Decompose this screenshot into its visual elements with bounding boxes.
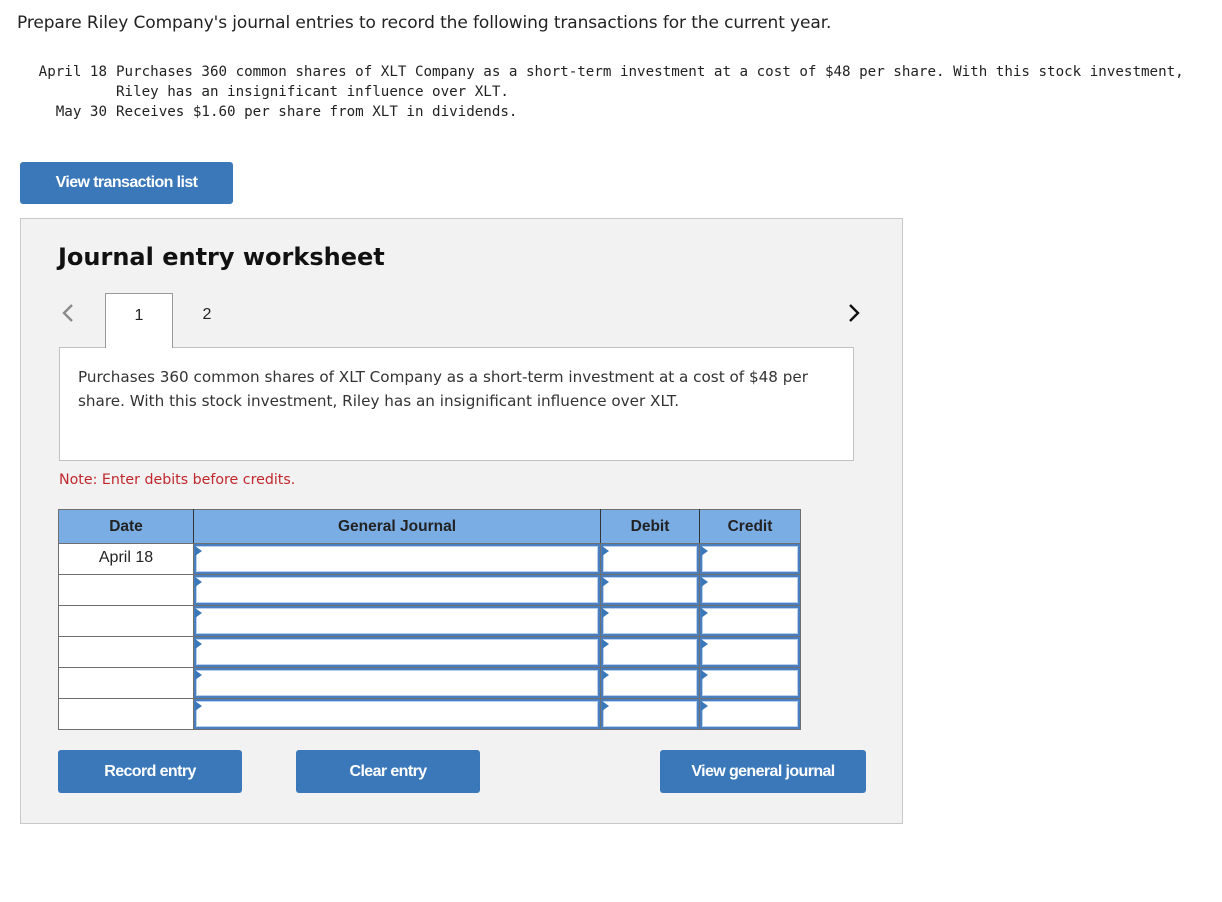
next-entry-button[interactable]	[844, 299, 864, 327]
worksheet-title: Journal entry worksheet	[58, 243, 385, 271]
account-input[interactable]	[194, 606, 600, 636]
date-value	[59, 637, 193, 642]
debit-cell	[600, 543, 700, 575]
transaction-description: Purchases 360 common shares of XLT Compa…	[116, 64, 1184, 100]
table-row	[58, 667, 801, 699]
credit-cell	[699, 605, 801, 637]
credit-cell	[699, 636, 801, 668]
debit-cell	[600, 698, 700, 730]
account-input[interactable]	[194, 637, 600, 667]
table-row	[58, 574, 801, 606]
date-cell: April 18	[58, 543, 194, 575]
account-cell	[193, 605, 601, 637]
table-row: April 18	[58, 543, 801, 575]
account-cell	[193, 636, 601, 668]
credit-input[interactable]	[700, 668, 800, 698]
record-entry-button[interactable]: Record entry	[58, 750, 242, 793]
date-cell	[58, 667, 194, 699]
column-header-general-journal: General Journal	[193, 509, 601, 544]
table-row	[58, 698, 801, 730]
credit-input[interactable]	[700, 637, 800, 667]
debit-input[interactable]	[601, 575, 699, 605]
view-general-journal-button[interactable]: View general journal	[660, 750, 866, 793]
tab-label: 1	[134, 307, 144, 324]
credit-cell	[699, 667, 801, 699]
debit-input[interactable]	[601, 699, 699, 729]
table-row	[58, 636, 801, 668]
clear-entry-button[interactable]: Clear entry	[296, 750, 480, 793]
account-input[interactable]	[194, 668, 600, 698]
tab-label: 2	[202, 306, 212, 323]
account-input[interactable]	[194, 699, 600, 729]
previous-entry-button[interactable]	[58, 299, 78, 327]
account-cell	[193, 667, 601, 699]
tab-entry-1[interactable]: 1	[105, 293, 173, 348]
credit-input[interactable]	[700, 606, 800, 636]
account-cell	[193, 574, 601, 606]
credit-cell	[699, 698, 801, 730]
debit-cell	[600, 574, 700, 606]
transaction-item: April 18 Purchases 360 common shares of …	[17, 62, 1196, 102]
debit-cell	[600, 636, 700, 668]
column-header-credit: Credit	[699, 509, 801, 544]
transaction-description: Receives $1.60 per share from XLT in div…	[116, 104, 518, 120]
credit-input[interactable]	[700, 575, 800, 605]
date-value: April 18	[98, 549, 154, 566]
debit-input[interactable]	[601, 637, 699, 667]
date-cell	[58, 605, 194, 637]
column-header-debit: Debit	[600, 509, 700, 544]
instructions-text: Prepare Riley Company's journal entries …	[17, 13, 832, 33]
debit-input[interactable]	[601, 544, 699, 574]
date-cell	[58, 636, 194, 668]
debit-input[interactable]	[601, 668, 699, 698]
debit-cell	[600, 667, 700, 699]
date-cell	[58, 698, 194, 730]
transaction-list: April 18 Purchases 360 common shares of …	[17, 62, 1196, 122]
account-input[interactable]	[194, 575, 600, 605]
column-header-date: Date	[58, 509, 194, 544]
credit-input[interactable]	[700, 544, 800, 574]
account-cell	[193, 698, 601, 730]
general-journal-table: Date General Journal Debit Credit April …	[58, 509, 801, 730]
debit-input[interactable]	[601, 606, 699, 636]
table-header-row: Date General Journal Debit Credit	[58, 509, 801, 544]
chevron-left-icon	[62, 304, 73, 322]
date-value	[59, 606, 193, 611]
debits-credits-note: Note: Enter debits before credits.	[59, 472, 296, 488]
account-input[interactable]	[194, 544, 600, 574]
date-value	[59, 575, 193, 580]
transaction-date: May 30	[55, 104, 107, 120]
account-cell	[193, 543, 601, 575]
credit-input[interactable]	[700, 699, 800, 729]
chevron-right-icon	[849, 304, 860, 322]
date-value	[59, 699, 193, 704]
transaction-item: May 30 Receives $1.60 per share from XLT…	[17, 102, 1196, 122]
date-cell	[58, 574, 194, 606]
journal-entry-worksheet-panel: Journal entry worksheet 1 2 Purchases 36…	[20, 218, 903, 824]
debit-cell	[600, 605, 700, 637]
credit-cell	[699, 574, 801, 606]
date-value	[59, 668, 193, 673]
view-transaction-list-button[interactable]: View transaction list	[20, 162, 233, 204]
table-row	[58, 605, 801, 637]
tab-entry-2[interactable]: 2	[173, 293, 241, 348]
transaction-date: April 18	[38, 64, 107, 80]
credit-cell	[699, 543, 801, 575]
transaction-description-box: Purchases 360 common shares of XLT Compa…	[59, 347, 854, 461]
